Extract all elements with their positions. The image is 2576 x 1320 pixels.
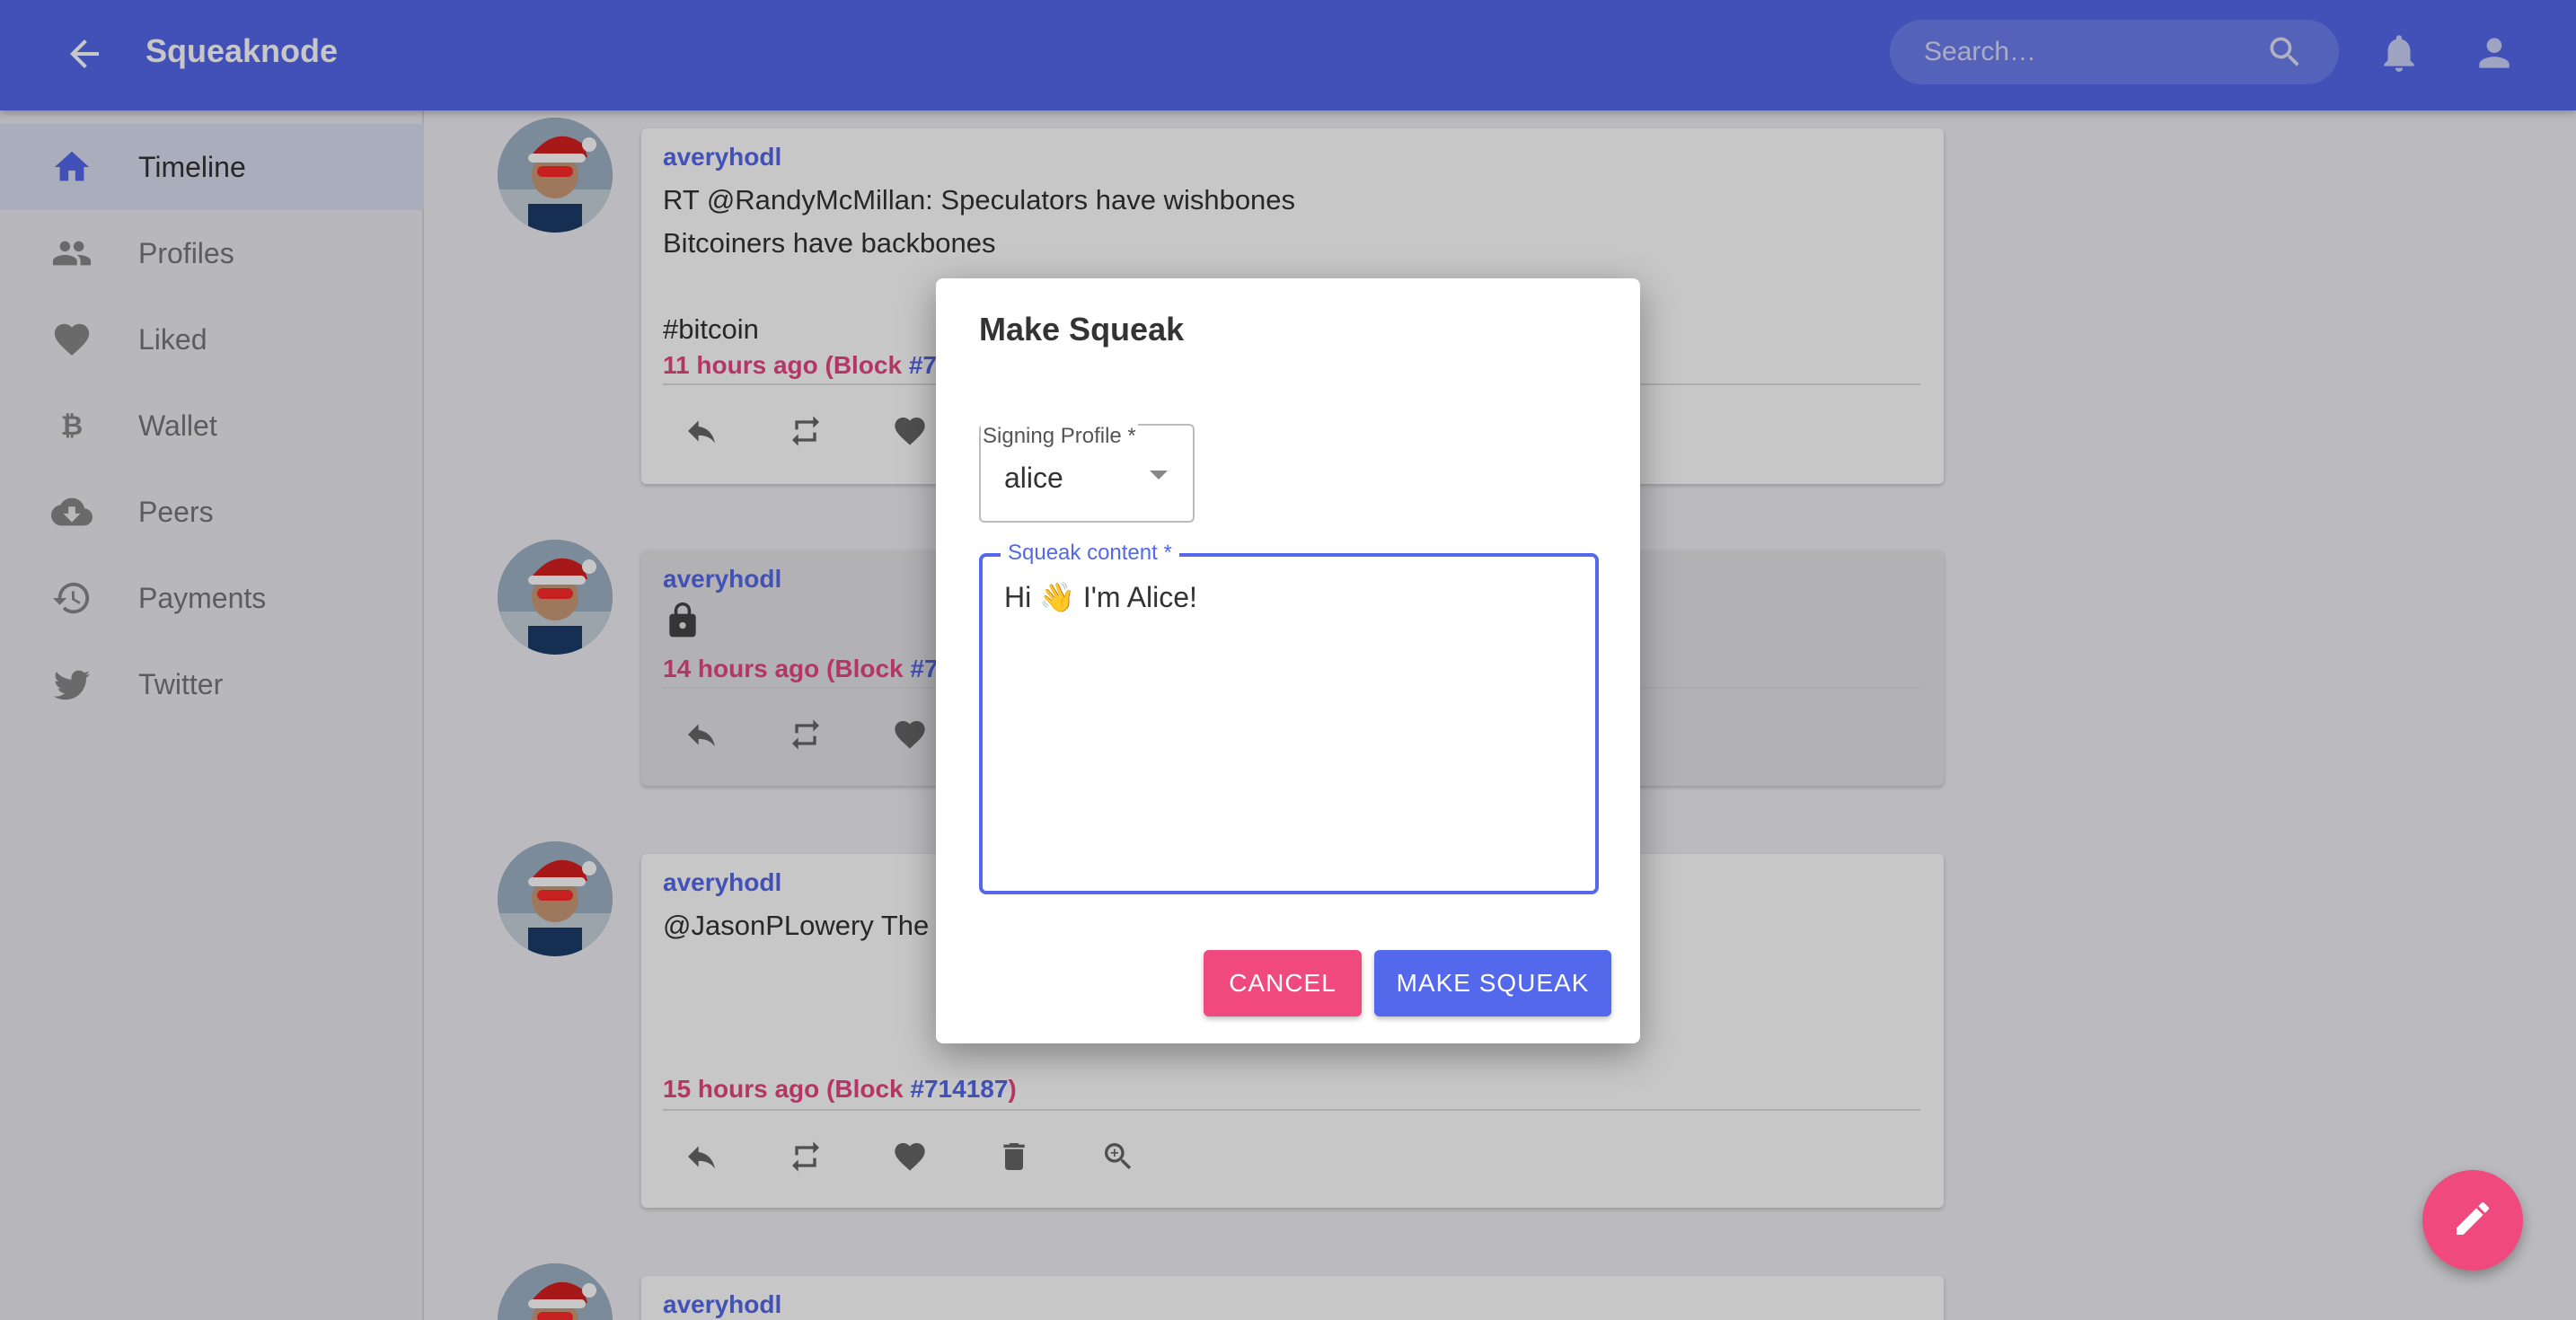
squeak-content-label: Squeak content * (1001, 541, 1179, 566)
squeak-content-input[interactable]: Hi 👋 I'm Alice! (1004, 580, 1579, 867)
make-squeak-dialog: Make Squeak Signing Profile * alice Sque… (936, 278, 1640, 1043)
signing-profile-value: alice (1004, 462, 1063, 494)
dropdown-caret-icon[interactable] (1150, 471, 1168, 480)
compose-fab-button[interactable] (2422, 1170, 2523, 1271)
signing-profile-select[interactable]: Signing Profile * alice (979, 424, 1195, 523)
make-squeak-button[interactable]: MAKE SQUEAK (1374, 950, 1611, 1016)
pencil-icon (2451, 1197, 2494, 1245)
dialog-title: Make Squeak (979, 311, 1185, 348)
squeak-content-field[interactable]: Squeak content * Hi 👋 I'm Alice! (979, 541, 1599, 894)
cancel-button[interactable]: CANCEL (1204, 950, 1362, 1016)
signing-profile-label: Signing Profile * (981, 424, 1138, 449)
